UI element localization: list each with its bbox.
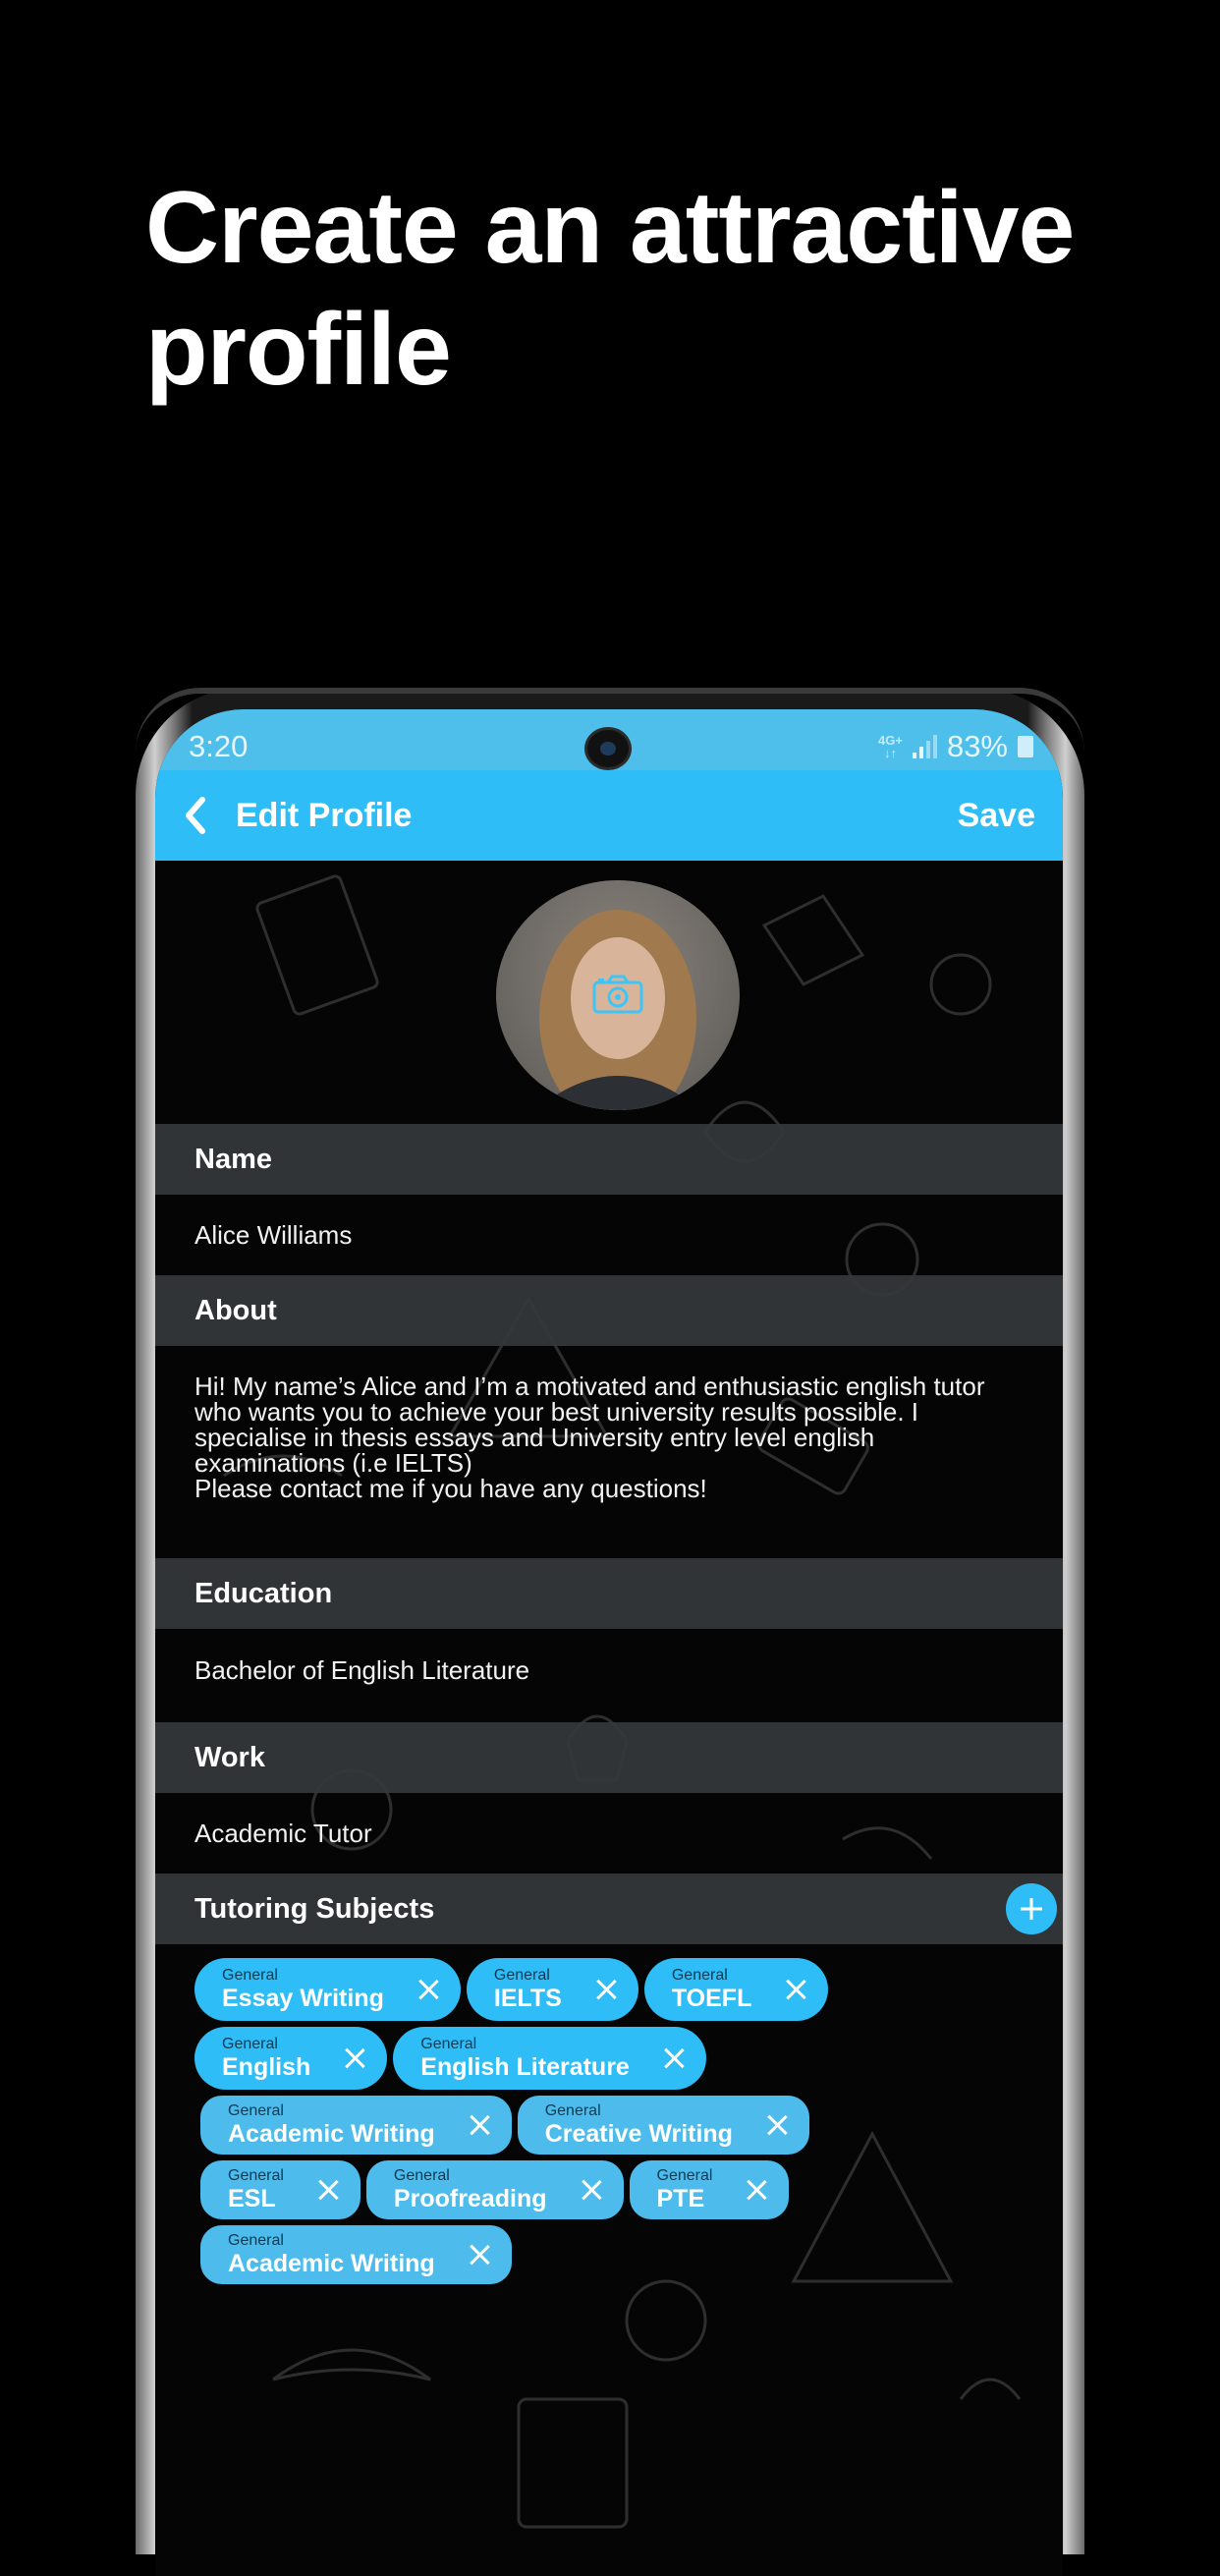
signal-strength-icon	[912, 735, 937, 758]
subject-chip[interactable]: General PTE	[629, 2160, 790, 2219]
remove-icon[interactable]	[581, 2179, 602, 2201]
subject-chip[interactable]: General Essay Writing	[194, 1958, 461, 2021]
status-time: 3:20	[189, 729, 249, 763]
network-type-icon: 4G+ ↓↑	[878, 733, 903, 760]
plus-icon	[1021, 1898, 1042, 1920]
profile-form: Name Alice Williams About Hi! My name’s …	[155, 861, 1063, 2290]
chevron-left-icon	[186, 797, 205, 834]
section-header-education: Education	[155, 1558, 1063, 1629]
remove-icon[interactable]	[746, 2179, 767, 2201]
about-field[interactable]: Hi! My name’s Alice and I’m a motivated …	[155, 1346, 1063, 1558]
section-header-subjects: Tutoring Subjects	[155, 1874, 1063, 1944]
remove-icon[interactable]	[344, 2047, 365, 2069]
page-title: Edit Profile	[236, 796, 413, 834]
section-header-about: About	[155, 1275, 1063, 1346]
section-header-work: Work	[155, 1722, 1063, 1793]
subject-chips: General Essay Writing General IELTS Genera…	[155, 1944, 1063, 2284]
section-header-name: Name	[155, 1124, 1063, 1195]
app-bar: Edit Profile Save	[155, 770, 1063, 861]
headline: Create an attractive profile	[145, 171, 1075, 407]
save-button[interactable]: Save	[958, 797, 1035, 835]
education-field[interactable]: Bachelor of English Literature	[155, 1629, 1063, 1722]
subject-chip[interactable]: General IELTS	[466, 1958, 638, 2021]
back-button[interactable]	[181, 791, 220, 840]
add-subject-button[interactable]	[1006, 1883, 1057, 1934]
remove-icon[interactable]	[663, 2047, 685, 2069]
remove-icon[interactable]	[785, 1979, 806, 2000]
front-camera	[584, 727, 632, 770]
remove-icon[interactable]	[469, 2244, 490, 2266]
remove-icon[interactable]	[469, 2114, 490, 2136]
phone-screen: 3:20 4G+ ↓↑ 83% Edit Profile Save Name A…	[155, 709, 1063, 2576]
camera-icon[interactable]	[592, 975, 643, 1014]
subject-chip[interactable]: General Academic Writing	[200, 2096, 512, 2155]
battery-icon	[1018, 736, 1033, 757]
phone-frame: 3:20 4G+ ↓↑ 83% Edit Profile Save Name A…	[136, 688, 1084, 2576]
remove-icon[interactable]	[417, 1979, 439, 2000]
remove-icon[interactable]	[595, 1979, 617, 2000]
subject-chip[interactable]: General English	[194, 2027, 388, 2090]
subject-chip[interactable]: General ESL	[200, 2160, 360, 2219]
name-field[interactable]: Alice Williams	[155, 1195, 1063, 1275]
subject-chip[interactable]: General English Literature	[393, 2027, 706, 2090]
avatar[interactable]	[496, 880, 740, 1110]
remove-icon[interactable]	[317, 2179, 339, 2201]
subject-chip[interactable]: General Proofreading	[365, 2160, 624, 2219]
subject-chip[interactable]: General TOEFL	[643, 1958, 829, 2021]
battery-percent: 83%	[946, 729, 1008, 763]
remove-icon[interactable]	[766, 2114, 788, 2136]
subjects-label: Tutoring Subjects	[194, 1892, 435, 1925]
work-field[interactable]: Academic Tutor	[155, 1793, 1063, 1874]
subject-chip[interactable]: General Academic Writing	[200, 2225, 512, 2284]
subject-chip[interactable]: General Creative Writing	[517, 2096, 809, 2155]
